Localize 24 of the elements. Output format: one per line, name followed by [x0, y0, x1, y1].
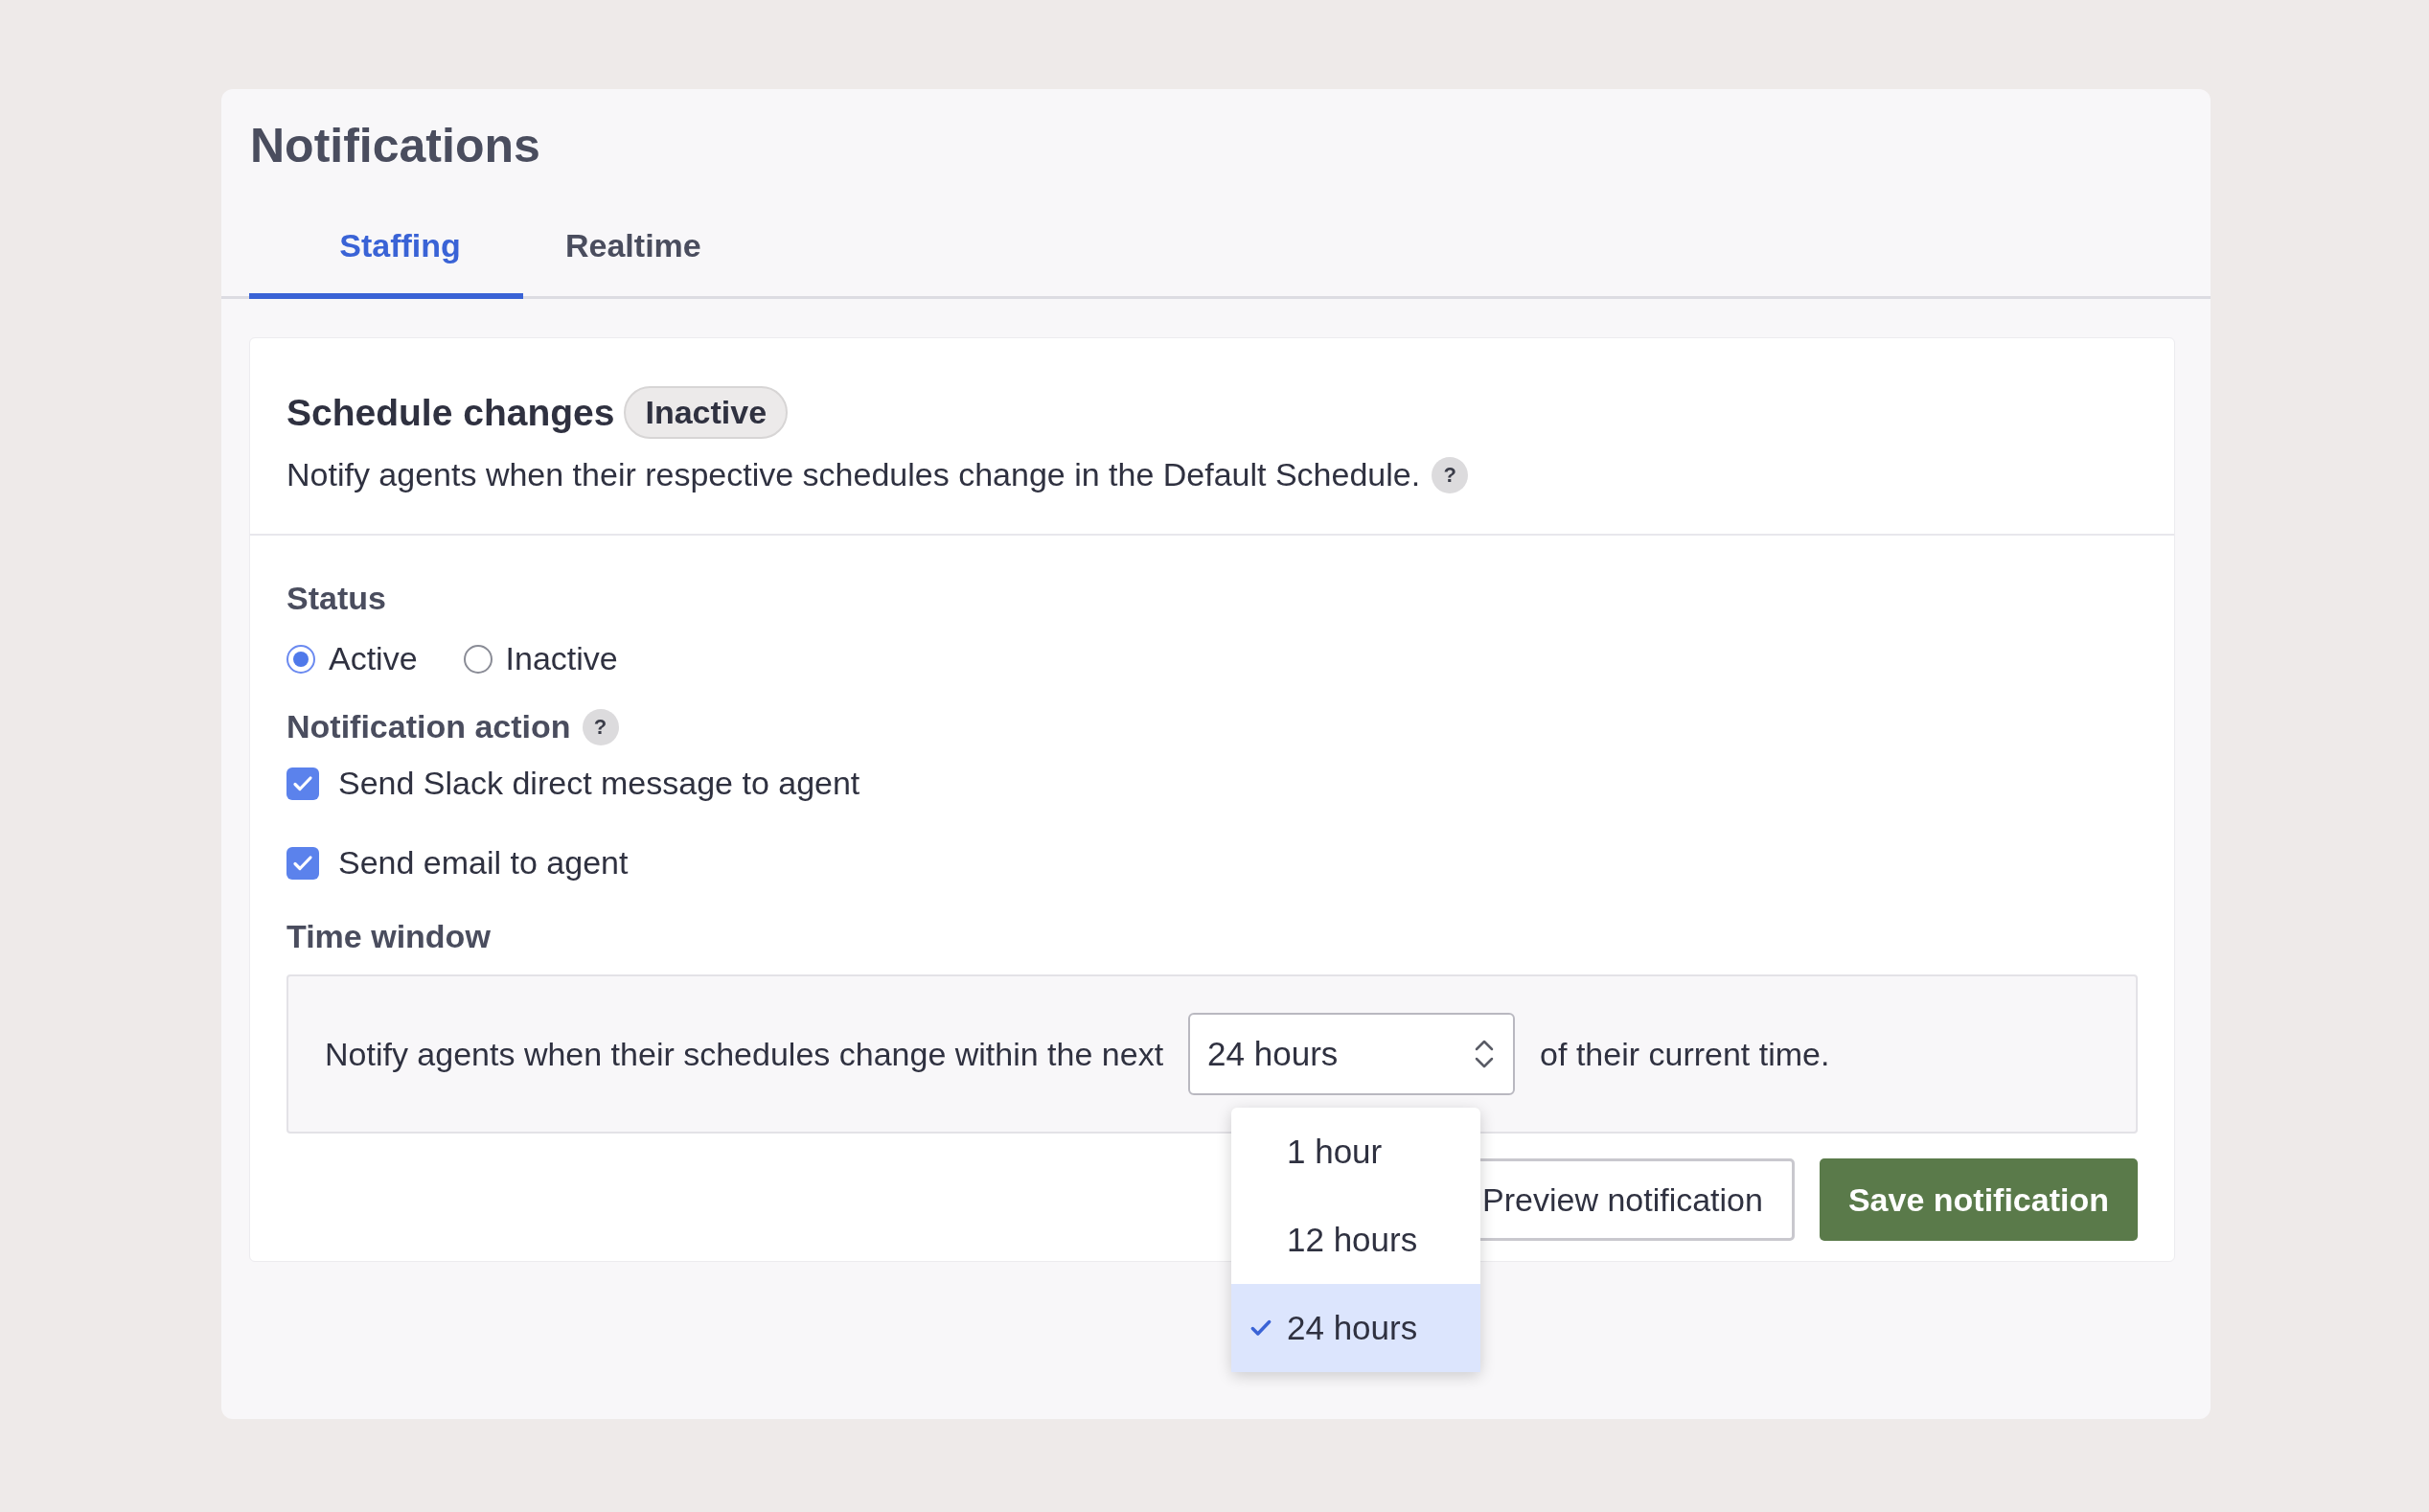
save-button[interactable]: Save notification [1819, 1158, 2138, 1241]
hours-select[interactable]: 24 hours [1188, 1013, 1516, 1095]
checkbox-label: Send Slack direct message to agent [338, 765, 860, 802]
checkbox[interactable] [286, 846, 319, 880]
status-badge: Inactive [624, 386, 789, 439]
field-label: Time window [286, 918, 492, 955]
radio-label: Active [329, 640, 418, 677]
menu-item[interactable]: 24 hours [1231, 1284, 1480, 1372]
sentence-text: Notify agents when their schedules change within the next [325, 1035, 1164, 1073]
card-description: Notify agents when their respective schedules change in the Default Schedule. [286, 456, 1421, 493]
page-title: Notifications [249, 118, 541, 173]
tab[interactable]: Realtime [523, 227, 701, 299]
checkbox-label: Send email to agent [338, 844, 629, 882]
sentence-text: of their current time. [1540, 1035, 1830, 1073]
radio-button[interactable] [286, 644, 315, 674]
radio-label: Inactive [505, 640, 618, 677]
checkbox[interactable] [286, 767, 319, 800]
tab[interactable]: Staffing [249, 227, 523, 299]
help-icon[interactable]: ? [582, 708, 619, 745]
field-label: Status [286, 580, 387, 617]
radio-button[interactable] [463, 644, 493, 674]
field-label: Notification action [286, 708, 571, 745]
card-title: Schedule changes [286, 391, 615, 434]
help-icon[interactable]: ? [1432, 456, 1469, 493]
